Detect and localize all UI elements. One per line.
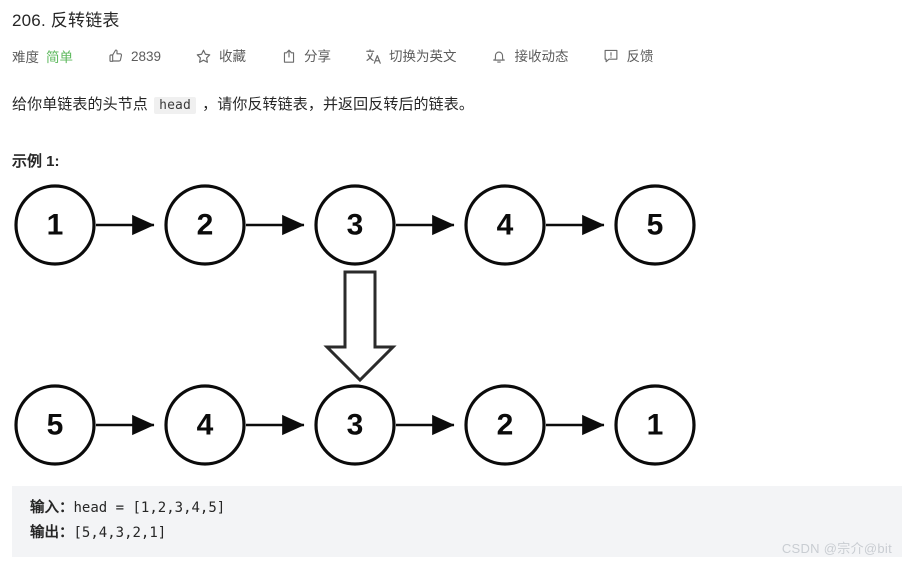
share-label: 分享: [304, 48, 332, 64]
bell-icon: [491, 48, 508, 65]
node-bottom-3: 2: [464, 384, 546, 466]
translate-label: 切换为英文: [389, 48, 457, 64]
code-line-input: 输入：head = [1,2,3,4,5]: [30, 496, 902, 521]
bottom-row-group: 5 4 3 2 1: [14, 384, 696, 466]
down-arrow-icon: [323, 270, 397, 383]
node-top-3-label: 4: [497, 209, 514, 242]
node-bottom-4-label: 1: [647, 409, 664, 442]
output-value: [5,4,3,2,1]: [73, 525, 167, 541]
node-top-4: 5: [614, 184, 696, 266]
difficulty-label: 难度: [12, 50, 39, 65]
thumbs-up-icon: [107, 48, 124, 65]
node-bottom-2: 3: [314, 384, 396, 466]
example-code-block: 输入：head = [1,2,3,4,5] 输出：[5,4,3,2,1]: [12, 486, 902, 557]
node-bottom-3-label: 2: [497, 409, 514, 442]
subscribe-label: 接收动态: [514, 48, 569, 64]
node-top-2-label: 3: [347, 209, 364, 242]
node-bottom-1: 4: [164, 384, 246, 466]
input-label: 输入：: [30, 500, 74, 516]
translate-icon: [365, 48, 382, 65]
inline-code-head: head: [154, 97, 196, 114]
favorite-button[interactable]: 收藏: [195, 48, 246, 65]
problem-description: 给你单链表的头节点 head ，请你反转链表，并返回反转后的链表。: [12, 94, 902, 117]
node-bottom-1-label: 4: [197, 409, 214, 442]
node-top-2: 3: [314, 184, 396, 266]
node-top-0: 1: [14, 184, 96, 266]
share-button[interactable]: 分享: [280, 48, 331, 65]
diagram-svg: 1 2 3 4 5 5 4 3 2 1: [14, 184, 696, 466]
code-line-output: 输出：[5,4,3,2,1]: [30, 521, 902, 546]
difficulty-group: 难度 简单: [12, 46, 73, 66]
translate-button[interactable]: 切换为英文: [365, 48, 457, 65]
page-title: 206. 反转链表: [12, 11, 120, 30]
node-top-1: 2: [164, 184, 246, 266]
problem-page: 206. 反转链表 难度 简单 2839 收藏 分享 切换为英文 接收动态 反馈…: [0, 0, 914, 569]
node-top-0-label: 1: [47, 209, 64, 242]
subscribe-button[interactable]: 接收动态: [491, 48, 569, 65]
linked-list-diagram: 1 2 3 4 5 5 4 3 2 1: [12, 177, 902, 477]
difficulty-value: 简单: [46, 50, 73, 65]
node-top-4-label: 5: [647, 209, 664, 242]
feedback-button[interactable]: 反馈: [603, 48, 654, 65]
node-bottom-0: 5: [14, 384, 96, 466]
like-count: 2839: [131, 48, 162, 64]
input-value: head = [1,2,3,4,5]: [73, 500, 226, 516]
star-icon: [195, 48, 212, 65]
watermark: CSDN @宗介@bit: [781, 541, 892, 556]
node-bottom-4: 1: [614, 384, 696, 466]
favorite-label: 收藏: [219, 48, 247, 64]
node-bottom-2-label: 3: [347, 409, 364, 442]
node-bottom-0-label: 5: [47, 409, 64, 442]
node-top-1-label: 2: [197, 209, 214, 242]
meta-toolbar: 难度 简单 2839 收藏 分享 切换为英文 接收动态 反馈: [12, 45, 902, 67]
feedback-label: 反馈: [626, 48, 654, 64]
description-text-before: 给你单链表的头节点: [12, 96, 153, 113]
description-text-after: ，请你反转链表，并返回反转后的链表。: [197, 96, 474, 113]
feedback-icon: [603, 48, 620, 65]
node-top-3: 4: [464, 184, 546, 266]
like-button[interactable]: 2839: [107, 48, 161, 65]
top-row-group: 1 2 3 4 5: [14, 184, 696, 266]
output-label: 输出：: [30, 525, 74, 541]
example-heading: 示例 1:: [12, 153, 60, 170]
share-icon: [280, 48, 297, 65]
